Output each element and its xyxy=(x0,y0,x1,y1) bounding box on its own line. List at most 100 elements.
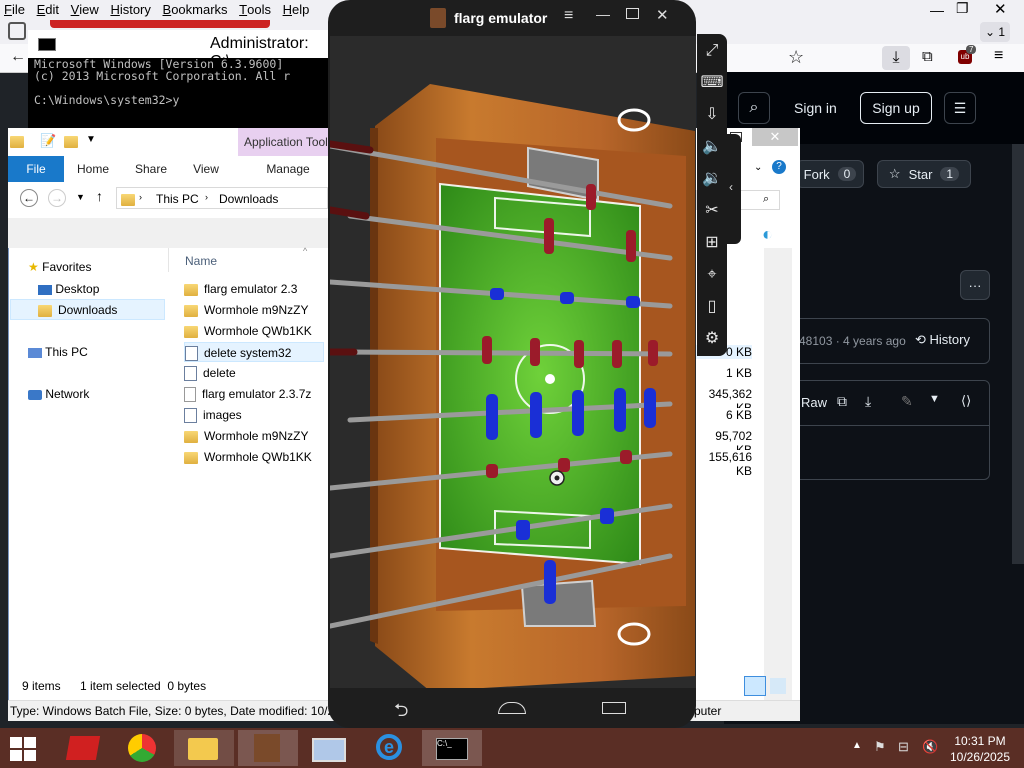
scrollbar[interactable] xyxy=(1012,144,1024,564)
address-bar[interactable]: › This PC › Downloads xyxy=(116,187,328,209)
tab-manage[interactable]: Manage xyxy=(258,156,318,182)
settings-sliders-icon[interactable]: ☰ xyxy=(944,92,976,124)
file-row[interactable]: flarg emulator 2.3 xyxy=(184,279,324,299)
keyboard-icon[interactable]: ⌨ xyxy=(697,68,727,98)
back-button-icon[interactable]: ⮌ xyxy=(394,698,408,728)
hamburger-menu-icon[interactable]: ≡ xyxy=(994,47,1003,65)
taskbar-app-monitor[interactable] xyxy=(298,730,358,766)
nav-this-pc[interactable]: This PC xyxy=(28,345,88,359)
minimize-icon[interactable]: — xyxy=(930,2,944,18)
recents-button-icon[interactable] xyxy=(602,702,626,714)
forward-arrow-icon[interactable]: → xyxy=(48,189,66,207)
fork-button[interactable]: Fork 0 xyxy=(796,160,864,188)
taskbar-app-cmd[interactable]: C:\_ xyxy=(422,730,482,766)
history-link[interactable]: ⟲ History xyxy=(915,332,970,348)
file-row[interactable]: images xyxy=(184,405,324,425)
scissors-icon[interactable]: ✂ xyxy=(697,196,727,226)
shake-icon[interactable]: ▯ xyxy=(697,292,727,322)
extensions-icon[interactable]: ⧉ xyxy=(922,48,933,65)
file-row[interactable]: delete xyxy=(184,363,324,383)
taskbar-app-red-cube[interactable] xyxy=(54,730,114,766)
copy-icon[interactable]: ⧉ xyxy=(837,393,847,410)
maximize-icon[interactable] xyxy=(626,8,639,19)
menu-file[interactable]: File xyxy=(0,0,29,17)
taskbar-app-explorer[interactable] xyxy=(174,730,234,766)
emulator-title-bar[interactable]: flarg emulator ≡ — ✕ xyxy=(328,0,696,36)
tab-home[interactable]: Home xyxy=(68,156,118,182)
help-icon[interactable]: ? xyxy=(772,160,786,174)
contextual-tab-header[interactable]: Application Tool xyxy=(238,128,328,156)
code-icon[interactable]: ⟨⟩ xyxy=(961,393,971,409)
chevron-down-icon[interactable]: ▼ xyxy=(929,393,940,405)
taskbar-app-emulator[interactable] xyxy=(238,730,298,766)
explorer-scrollbar[interactable] xyxy=(764,248,792,718)
fullscreen-icon[interactable]: ⤢ xyxy=(697,36,727,66)
back-arrow-icon[interactable]: ← xyxy=(20,189,38,207)
bookmark-star-icon[interactable]: ☆ xyxy=(788,47,804,68)
apk-install-icon[interactable]: ⇩ xyxy=(697,100,727,130)
network-icon[interactable]: ⊟ xyxy=(898,739,909,755)
file-row[interactable]: Wormhole QWb1KK xyxy=(184,447,324,467)
tray-clock[interactable]: 10:31 PM 10/26/2025 xyxy=(946,733,1014,765)
menu-history[interactable]: History xyxy=(106,0,154,17)
start-button[interactable] xyxy=(10,737,38,761)
star-button[interactable]: ☆ Star 1 xyxy=(877,160,971,188)
menu-help[interactable]: Help xyxy=(279,0,314,17)
nav-network[interactable]: Network xyxy=(28,387,89,401)
properties-icon[interactable]: 📝 xyxy=(40,133,56,149)
raw-button[interactable]: Raw xyxy=(801,395,827,410)
restore-icon[interactable]: ❐ xyxy=(956,0,969,17)
menu-view[interactable]: View xyxy=(67,0,103,17)
large-icons-view-icon[interactable] xyxy=(770,678,786,694)
download-icon[interactable]: ⤓ xyxy=(865,393,871,410)
breadcrumb-this-pc[interactable]: This PC xyxy=(156,192,199,206)
recent-locations-icon[interactable]: ▼ xyxy=(76,192,85,202)
menu-bookmarks[interactable]: Bookmarks xyxy=(159,0,232,17)
file-row[interactable]: flarg emulator 2.3.7z xyxy=(184,384,324,404)
menu-icon[interactable]: ≡ xyxy=(564,7,573,25)
qat-dropdown-icon[interactable]: ▼ xyxy=(86,134,96,145)
collapse-toolbar-tab[interactable]: ‹ xyxy=(727,134,741,244)
tab-file[interactable]: File xyxy=(8,156,64,182)
taskbar-app-chrome[interactable] xyxy=(114,730,174,766)
file-row-selected[interactable]: delete system32 xyxy=(184,342,324,362)
downloads-icon[interactable]: ⤓ xyxy=(882,46,910,70)
more-options-button[interactable]: ··· xyxy=(960,270,990,300)
tab-share[interactable]: Share xyxy=(126,156,176,182)
settings-gear-icon[interactable]: ⚙ xyxy=(697,324,727,354)
action-center-flag-icon[interactable]: ⚑ xyxy=(874,739,886,755)
nav-favorites[interactable]: ★ Favorites xyxy=(28,260,91,274)
details-view-icon[interactable] xyxy=(744,676,766,696)
column-name-header[interactable]: Name xyxy=(185,254,217,268)
active-tab[interactable] xyxy=(50,20,270,28)
cmd-output[interactable]: Microsoft Windows [Version 6.3.9600] (c)… xyxy=(34,58,290,106)
pencil-icon[interactable]: ✎ xyxy=(901,393,913,410)
breadcrumb-downloads[interactable]: Downloads xyxy=(219,192,278,206)
minimize-icon[interactable]: — xyxy=(596,6,610,22)
close-icon[interactable]: ✕ xyxy=(994,0,1007,18)
ribbon-expand-icon[interactable]: ⌄ xyxy=(754,162,762,173)
search-icon[interactable]: ⌕ xyxy=(738,92,770,124)
nav-desktop[interactable]: Desktop xyxy=(38,282,99,296)
file-row[interactable]: Wormhole QWb1KK xyxy=(184,321,324,341)
file-row[interactable]: Wormhole m9NzZY xyxy=(184,300,324,320)
taskbar-app-ie[interactable]: e xyxy=(360,730,420,766)
game-screen[interactable] xyxy=(330,36,696,688)
new-folder-icon[interactable] xyxy=(64,134,84,148)
volume-up-icon[interactable]: 🔈 xyxy=(697,132,727,162)
back-arrow-icon[interactable]: ← xyxy=(10,48,26,66)
tray-overflow-icon[interactable]: ▲ xyxy=(852,740,862,751)
up-arrow-icon[interactable]: ↑ xyxy=(96,188,103,204)
close-icon[interactable]: ✕ xyxy=(656,6,669,24)
tab-overview-icon[interactable] xyxy=(8,22,26,40)
home-button-icon[interactable] xyxy=(498,702,526,714)
cmd-title-bar[interactable]: Administrator: C:\ xyxy=(28,30,328,70)
nav-downloads[interactable]: Downloads xyxy=(38,303,117,317)
sign-in-link[interactable]: Sign in xyxy=(794,100,837,116)
multi-instance-icon[interactable]: ⊞ xyxy=(697,228,727,258)
menu-edit[interactable]: Edit xyxy=(33,0,63,17)
volume-muted-icon[interactable]: 🔇 xyxy=(922,739,938,755)
sign-up-button[interactable]: Sign up xyxy=(860,92,932,124)
volume-down-icon[interactable]: 🔉 xyxy=(697,164,727,194)
menu-tools[interactable]: Tools xyxy=(235,0,275,17)
